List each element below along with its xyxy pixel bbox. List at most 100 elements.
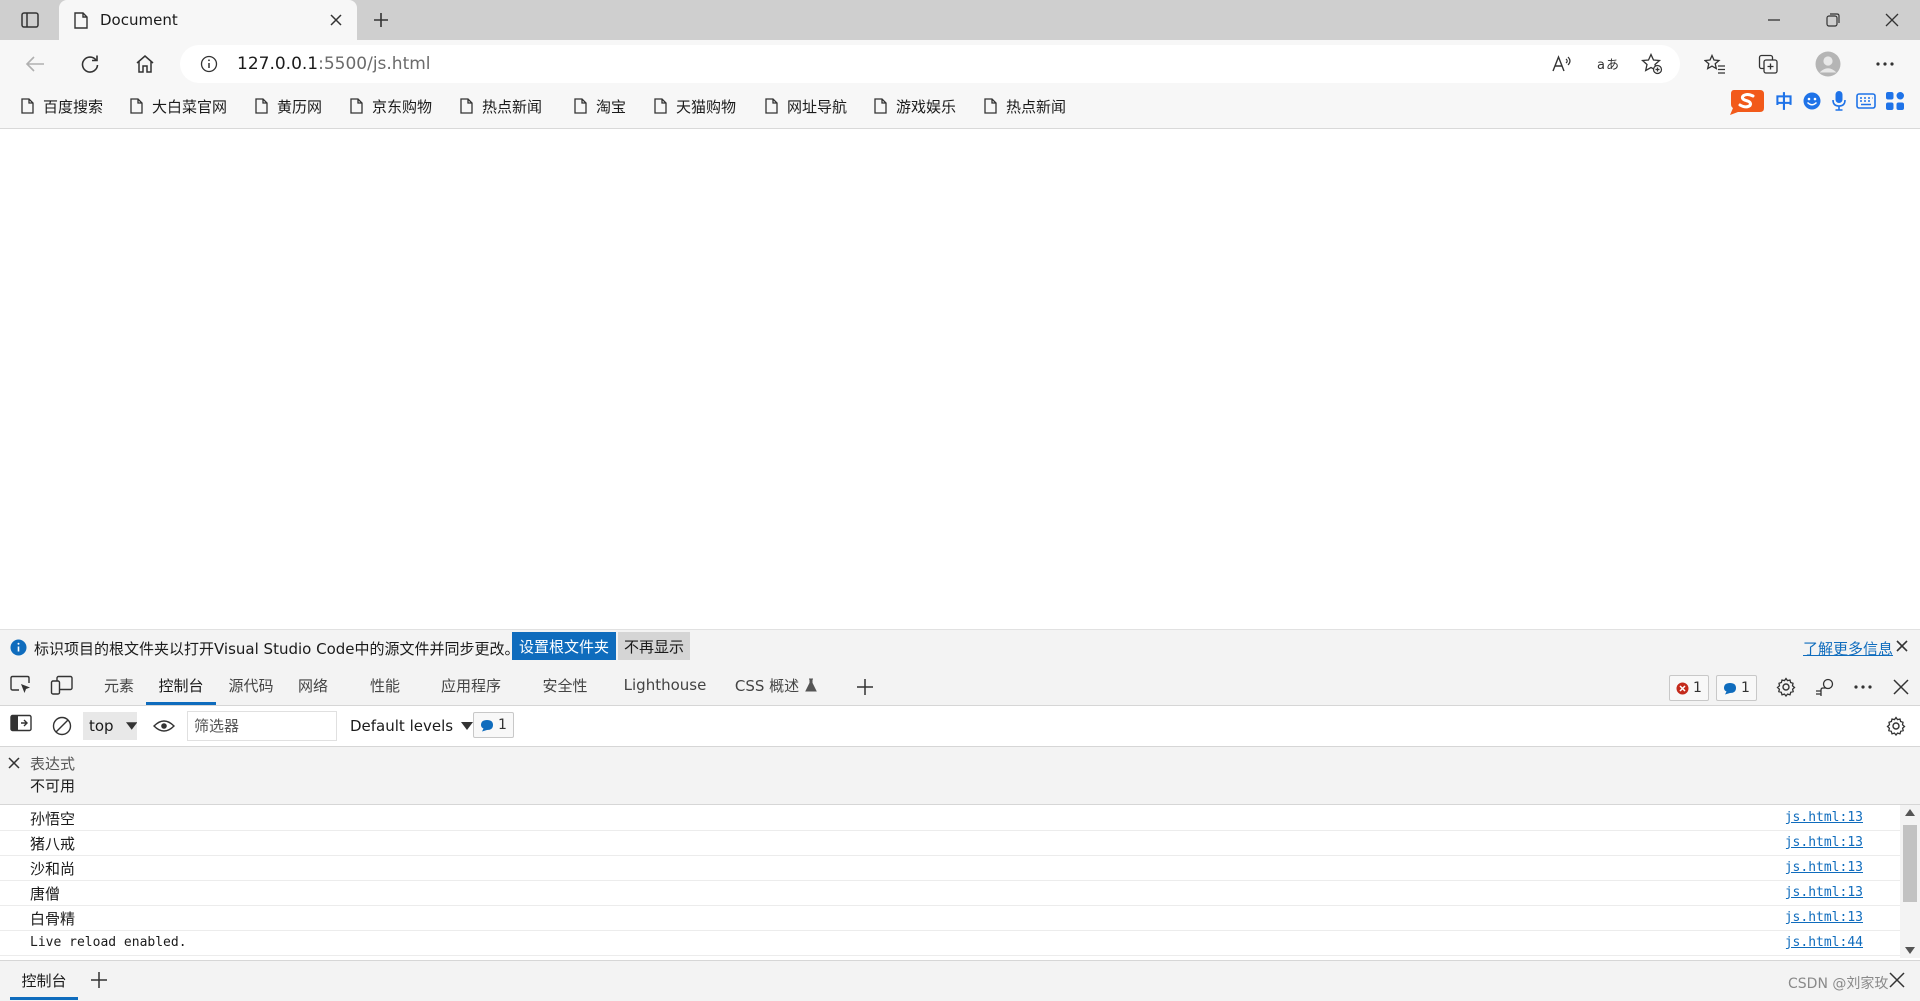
tab-css-overview[interactable]: CSS 概述	[734, 665, 818, 705]
console-scrollbar[interactable]	[1900, 805, 1920, 958]
bookmark-item[interactable]: 天猫购物	[654, 92, 736, 120]
device-toggle-icon	[50, 675, 73, 695]
favorites-button[interactable]	[1698, 47, 1732, 81]
bookmark-item[interactable]: 百度搜索	[21, 92, 103, 120]
source-link[interactable]: js.html:13	[1785, 910, 1863, 925]
restore-button[interactable]	[1805, 0, 1861, 40]
feedback-icon	[1816, 678, 1834, 696]
url-host: 127.0.0.1	[237, 54, 319, 74]
ime-language-toggle[interactable]: 中	[1775, 88, 1793, 114]
message-count-badge[interactable]: 1	[1716, 675, 1757, 701]
bookmark-item[interactable]: 网址导航	[765, 92, 847, 120]
tab-application[interactable]: 应用程序	[432, 665, 510, 705]
console-message-text: 沙和尚	[30, 860, 76, 878]
scroll-down-arrow-icon[interactable]	[1905, 947, 1915, 954]
translate-button[interactable]: a あ	[1590, 47, 1624, 81]
close-window-button[interactable]	[1864, 0, 1920, 40]
microphone-icon[interactable]	[1831, 90, 1847, 112]
console-messages: 孙悟空 js.html:13 猪八戒 js.html:13 沙和尚 js.htm…	[0, 805, 1900, 958]
live-expression-title[interactable]: 表达式	[30, 753, 75, 774]
profile-button[interactable]	[1811, 47, 1845, 81]
home-button[interactable]	[128, 47, 162, 81]
tab-lighthouse[interactable]: Lighthouse	[620, 665, 710, 705]
dont-show-again-button[interactable]: 不再显示	[618, 632, 691, 660]
tab-sources[interactable]: 源代码	[220, 665, 282, 705]
live-expression-button[interactable]	[152, 714, 176, 738]
log-levels-dropdown[interactable]: Default levels	[350, 711, 474, 741]
bookmark-label: 百度搜索	[43, 97, 104, 116]
sogou-logo-icon[interactable]	[1728, 86, 1766, 116]
source-link[interactable]: js.html:13	[1785, 835, 1863, 850]
set-root-folder-button[interactable]: 设置根文件夹	[512, 632, 617, 660]
source-link[interactable]: js.html:44	[1785, 935, 1863, 950]
error-count-badge[interactable]: 1	[1669, 675, 1709, 701]
address-bar[interactable]: 127.0.0.1:5500/js.html	[180, 45, 1680, 83]
devtools-settings-button[interactable]	[1774, 675, 1798, 699]
tab-actions-button[interactable]	[12, 7, 48, 33]
collections-button[interactable]	[1752, 47, 1786, 81]
tab-security[interactable]: 安全性	[530, 665, 600, 705]
clear-console-button[interactable]	[50, 714, 74, 738]
bookmark-item[interactable]: 淘宝	[574, 92, 626, 120]
scrollbar-thumb[interactable]	[1903, 825, 1917, 902]
back-button[interactable]	[18, 47, 52, 81]
learn-more-link[interactable]: 了解更多信息	[1803, 638, 1893, 659]
devtools-close-button[interactable]	[1889, 675, 1913, 699]
close-icon	[1885, 13, 1899, 27]
drawer-add-tab-button[interactable]	[87, 968, 111, 992]
bookmark-item[interactable]: 热点新闻	[984, 92, 1066, 120]
clear-circle-icon	[52, 716, 72, 736]
page-icon	[460, 98, 473, 114]
tab-elements[interactable]: 元素	[96, 665, 142, 705]
refresh-button[interactable]	[73, 47, 107, 81]
minimize-button[interactable]	[1746, 0, 1802, 40]
svg-text:a: a	[1597, 58, 1605, 73]
console-settings-button[interactable]	[1884, 714, 1908, 738]
site-info-icon[interactable]	[200, 55, 218, 73]
add-favorite-button[interactable]	[1635, 47, 1669, 81]
source-link[interactable]: js.html:13	[1785, 810, 1863, 825]
emoji-icon[interactable]	[1802, 91, 1822, 111]
bookmark-item[interactable]: 游戏娱乐	[874, 92, 956, 120]
console-message-row: 猪八戒 js.html:13	[0, 830, 1900, 856]
read-aloud-button[interactable]	[1545, 47, 1579, 81]
page-icon	[984, 98, 997, 114]
page-icon	[765, 98, 778, 114]
feedback-button[interactable]	[1814, 675, 1838, 699]
tab-performance[interactable]: 性能	[360, 665, 410, 705]
browser-tab[interactable]: Document	[59, 0, 357, 40]
console-filter-input[interactable]	[187, 711, 337, 741]
toolbox-grid-icon[interactable]	[1885, 91, 1905, 111]
close-icon	[1896, 640, 1908, 652]
more-tabs-button[interactable]	[853, 675, 877, 699]
devtools-more-button[interactable]	[1851, 675, 1875, 699]
remove-expression-button[interactable]	[8, 757, 22, 771]
experiment-flask-icon	[805, 678, 817, 692]
drawer-close-button[interactable]	[1887, 970, 1907, 990]
show-sidebar-button[interactable]	[10, 714, 34, 738]
scroll-up-arrow-icon[interactable]	[1905, 809, 1915, 816]
url-text[interactable]: 127.0.0.1:5500/js.html	[237, 54, 431, 74]
tab-network[interactable]: 网络	[288, 665, 338, 705]
new-tab-button[interactable]	[366, 5, 396, 35]
settings-more-button[interactable]	[1868, 47, 1902, 81]
bookmark-item[interactable]: 热点新闻	[460, 92, 542, 120]
drawer-tab-console[interactable]: 控制台	[10, 961, 78, 1000]
issues-badge[interactable]: 1	[473, 712, 514, 738]
device-emulation-button[interactable]	[50, 675, 74, 699]
tab-close-button[interactable]	[321, 5, 351, 35]
gear-icon	[1886, 716, 1906, 736]
infobar-close-button[interactable]	[1894, 638, 1910, 654]
bookmark-item[interactable]: 黄历网	[255, 92, 322, 120]
source-link[interactable]: js.html:13	[1785, 885, 1863, 900]
inspect-element-button[interactable]	[10, 675, 34, 699]
bookmark-item[interactable]: 京东购物	[350, 92, 432, 120]
message-count: 1	[1741, 680, 1750, 696]
source-link[interactable]: js.html:13	[1785, 860, 1863, 875]
collections-icon	[1758, 54, 1778, 74]
bookmark-item[interactable]: 大白菜官网	[130, 92, 227, 120]
context-selector[interactable]: top	[83, 712, 137, 740]
console-message-row: 孙悟空 js.html:13	[0, 805, 1900, 831]
tab-console[interactable]: 控制台	[146, 665, 216, 705]
keyboard-icon[interactable]	[1856, 93, 1876, 109]
